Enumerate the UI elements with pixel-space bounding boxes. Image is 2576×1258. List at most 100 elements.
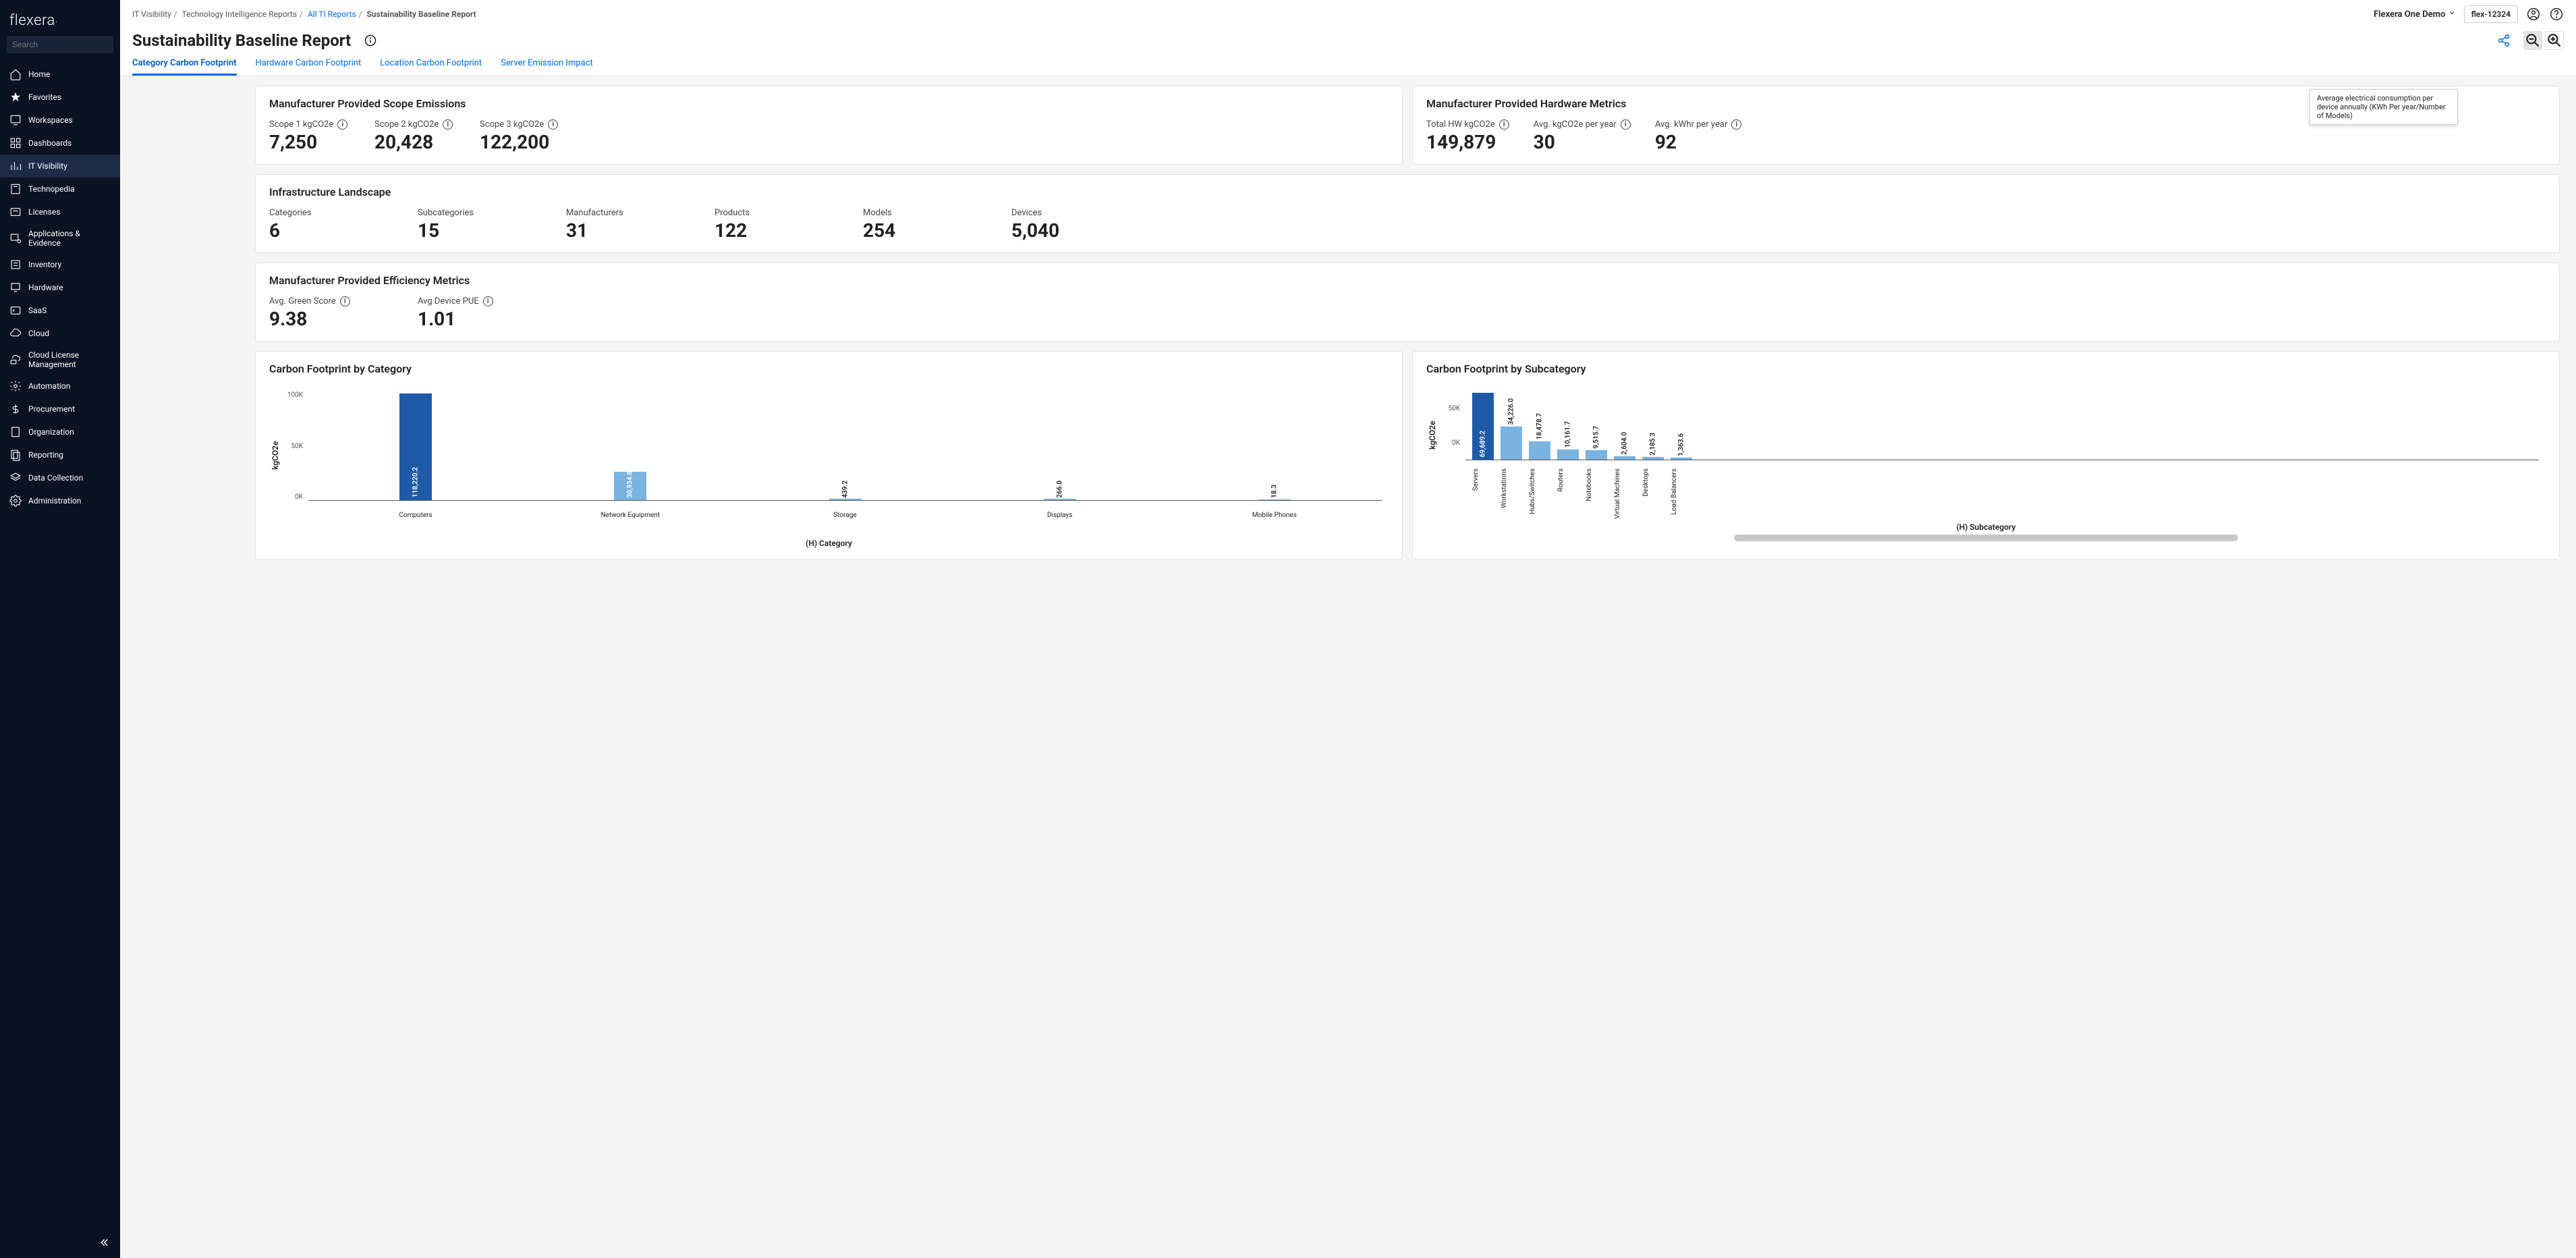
x-label: Hubs/Switches (1529, 468, 1550, 514)
chart-bar[interactable]: 1,363.6 (1671, 458, 1692, 460)
nav-saas[interactable]: SaaS (0, 299, 120, 322)
metric-label: Avg. Green Score (269, 296, 336, 306)
star-icon (9, 91, 22, 103)
dashboard-icon (9, 137, 22, 149)
chart-bar[interactable]: 18,478.7 (1529, 441, 1550, 460)
share-button[interactable] (2496, 33, 2511, 48)
nav-dashboards[interactable]: Dashboards (0, 132, 120, 155)
chart-bar[interactable]: 439.2 (829, 499, 862, 500)
apps-icon (9, 232, 22, 244)
tab-hardware[interactable]: Hardware Carbon Footprint (256, 58, 362, 76)
header: IT Visibility/ Technology Intelligence R… (120, 0, 2576, 76)
metric-label: Avg. kgCO2e per year (1534, 119, 1617, 130)
metric-label: Scope 2 kgCO2e (374, 119, 439, 130)
chart-bar[interactable]: 69,689.2 (1472, 393, 1494, 460)
info-icon[interactable]: i (443, 119, 453, 130)
nav-hardware[interactable]: Hardware (0, 276, 120, 299)
collapse-sidebar[interactable] (0, 1230, 120, 1258)
nav-procurement[interactable]: Procurement (0, 398, 120, 420)
y-tick: 100K (281, 391, 303, 399)
tab-server[interactable]: Server Emission Impact (501, 58, 593, 76)
crumb-link[interactable]: All TI Reports (308, 9, 356, 19)
nav-technopedia[interactable]: Technopedia (0, 177, 120, 200)
metric-label: Devices (1011, 208, 1092, 218)
bar-value-label: 34,226.0 (1508, 398, 1515, 425)
info-icon[interactable]: i (1731, 119, 1741, 130)
chart-bar[interactable]: 10,161.7 (1557, 449, 1579, 460)
metric-label: Total HW kgCO2e (1426, 119, 1495, 130)
share-icon (2497, 34, 2511, 47)
info-icon[interactable]: i (1621, 119, 1631, 130)
chart-bar[interactable]: 30,934.8 (614, 472, 646, 500)
card-title: Carbon Footprint by Category (269, 362, 1389, 375)
card-title: Carbon Footprint by Subcategory (1426, 362, 2546, 375)
nav-it-visibility[interactable]: IT Visibility (0, 155, 120, 177)
org-id-badge[interactable]: flex-12324 (2464, 5, 2518, 23)
bar-value-label: 266.0 (1056, 481, 1063, 498)
tab-category[interactable]: Category Carbon Footprint (132, 58, 237, 76)
user-menu[interactable] (2526, 7, 2541, 22)
info-icon[interactable]: i (340, 296, 350, 306)
nav-favorites[interactable]: Favorites (0, 86, 120, 109)
nav-administration[interactable]: Administration (0, 489, 120, 512)
chart-bar[interactable]: 2,185.3 (1642, 457, 1664, 460)
chart-bar[interactable]: 18.3 (1258, 499, 1291, 500)
zoom-out-button[interactable] (2523, 31, 2542, 50)
metric-label: Avg. kWhr per year (1655, 119, 1728, 130)
card-title: Manufacturer Provided Scope Emissions (269, 97, 1389, 110)
metric-value: 254 (863, 219, 944, 242)
content: Manufacturer Provided Scope Emissions Sc… (120, 76, 2576, 1258)
search-input[interactable] (12, 40, 117, 49)
org-selector[interactable]: Flexera One Demo (2374, 9, 2455, 20)
tab-location[interactable]: Location Carbon Footprint (380, 58, 482, 76)
nav-cloud-license[interactable]: Cloud License Management (0, 345, 120, 375)
nav-applications[interactable]: Applications & Evidence (0, 223, 120, 253)
crumb-seg[interactable]: IT Visibility (132, 9, 171, 19)
nav-data-collection[interactable]: Data Collection (0, 466, 120, 489)
metric-value: 20,428 (374, 131, 455, 153)
x-label: Displays (953, 512, 1167, 520)
crumb-seg[interactable]: Technology Intelligence Reports (181, 9, 297, 19)
metric-label: Categories (269, 208, 350, 218)
nav-workspaces[interactable]: Workspaces (0, 109, 120, 132)
x-label: Routers (1557, 468, 1579, 492)
reporting-icon (9, 449, 22, 461)
nav: Home Favorites Workspaces Dashboards IT … (0, 59, 120, 1230)
info-icon[interactable]: i (1499, 119, 1509, 130)
x-axis-title: (H) Category (269, 539, 1389, 548)
data-icon (9, 472, 22, 484)
zoom-in-button[interactable] (2545, 31, 2564, 50)
bar-value-label: 18.3 (1270, 485, 1278, 498)
chart-bar[interactable]: 2,604.0 (1614, 456, 1635, 460)
chart-bar[interactable]: 9,515.7 (1586, 450, 1607, 460)
metric-value: 9.38 (269, 308, 350, 330)
search-box[interactable] (7, 36, 113, 53)
x-axis-title: (H) Subcategory (1426, 522, 2546, 532)
home-icon (9, 68, 22, 80)
chart-scrollbar[interactable] (1734, 535, 2238, 541)
bar-value-label: 2,185.3 (1650, 433, 1657, 456)
nav-licenses[interactable]: Licenses (0, 200, 120, 223)
x-label: Servers (1472, 468, 1494, 491)
metric-value: 149,879 (1426, 131, 1509, 153)
nav-cloud[interactable]: Cloud (0, 322, 120, 345)
info-icon[interactable]: i (483, 296, 493, 306)
info-icon[interactable]: i (337, 119, 347, 130)
chart-bar[interactable]: 34,226.0 (1501, 427, 1522, 460)
card-hardware-metrics: Average electrical consumption per devic… (1412, 86, 2560, 165)
nav-inventory[interactable]: Inventory (0, 253, 120, 276)
card-scope-emissions: Manufacturer Provided Scope Emissions Sc… (255, 86, 1403, 165)
metric-value: 122,200 (480, 131, 561, 153)
nav-organization[interactable]: Organization (0, 420, 120, 443)
nav-home[interactable]: Home (0, 63, 120, 86)
metric-label: Scope 1 kgCO2e (269, 119, 333, 130)
nav-reporting[interactable]: Reporting (0, 443, 120, 466)
info-icon[interactable]: i (548, 119, 558, 130)
help-button[interactable] (2549, 7, 2564, 22)
chart-bar[interactable]: 266.0 (1044, 499, 1076, 500)
nav-automation[interactable]: Automation (0, 375, 120, 398)
metric-label: Avg Device PUE (418, 296, 479, 306)
automation-icon (9, 380, 22, 392)
chart-bar[interactable]: 118,220.2 (399, 393, 432, 500)
title-info-button[interactable] (363, 33, 378, 48)
